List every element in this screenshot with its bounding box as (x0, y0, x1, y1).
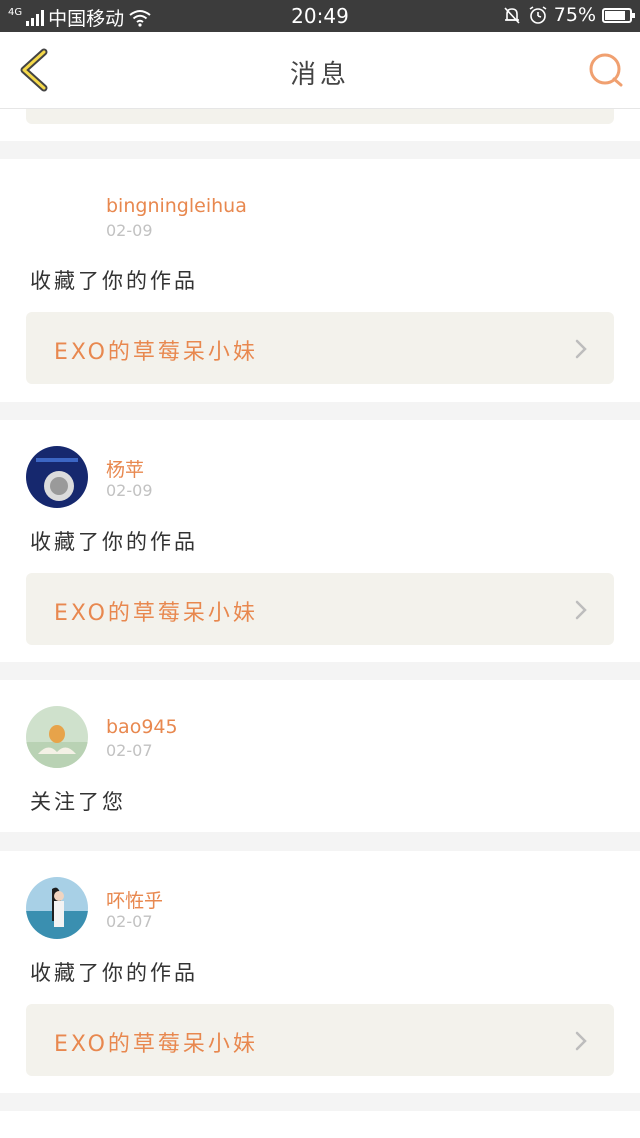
work-link[interactable]: EXO的草莓呆小妹 (26, 1004, 614, 1076)
work-title: EXO的草莓呆小妹 (54, 601, 258, 626)
message-date: 02-07 (106, 741, 153, 760)
username[interactable]: bingningleihua (106, 195, 247, 217)
message-action: 收藏了你的作品 (30, 269, 198, 293)
work-title: EXO的草莓呆小妹 (54, 340, 258, 365)
message-card: 吥恠乎 02-07 收藏了你的作品 EXO的草莓呆小妹 (0, 851, 640, 1093)
previous-work-link[interactable] (26, 109, 614, 124)
avatar[interactable] (26, 446, 88, 508)
next-message-card (0, 1111, 640, 1138)
status-bar: 4G 中国移动 20:49 75% (0, 0, 640, 32)
chevron-right-icon (575, 1031, 587, 1051)
search-icon[interactable] (588, 52, 624, 88)
chevron-right-icon (575, 339, 587, 359)
message-date: 02-09 (106, 221, 153, 240)
message-action: 收藏了你的作品 (30, 530, 198, 554)
work-link[interactable]: EXO的草莓呆小妹 (26, 573, 614, 645)
avatar[interactable] (26, 706, 88, 768)
message-card: bao945 02-07 关注了您 (0, 680, 640, 832)
alarm-icon (529, 6, 547, 24)
message-card: bingningleihua 02-09 收藏了你的作品 EXO的草莓呆小妹 (0, 159, 640, 402)
avatar[interactable] (26, 877, 88, 939)
username[interactable]: 吥恠乎 (106, 886, 163, 913)
battery-icon (602, 7, 635, 23)
message-action: 收藏了你的作品 (30, 961, 198, 985)
previous-message-card (0, 109, 640, 141)
work-title: EXO的草莓呆小妹 (54, 1032, 258, 1057)
username[interactable]: bao945 (106, 716, 178, 738)
message-date: 02-07 (106, 912, 153, 931)
message-date: 02-09 (106, 481, 153, 500)
status-right: 75% (502, 4, 635, 26)
message-card: 杨苹 02-09 收藏了你的作品 EXO的草莓呆小妹 (0, 420, 640, 662)
mute-bell-icon (504, 7, 520, 24)
nav-bar: 消息 (0, 32, 640, 109)
work-link[interactable]: EXO的草莓呆小妹 (26, 312, 614, 384)
chevron-right-icon (575, 600, 587, 620)
battery-percent: 75% (553, 4, 596, 26)
username[interactable]: 杨苹 (106, 455, 144, 482)
battery-fill (605, 10, 625, 20)
page-title: 消息 (289, 60, 350, 90)
message-action: 关注了您 (30, 790, 126, 814)
